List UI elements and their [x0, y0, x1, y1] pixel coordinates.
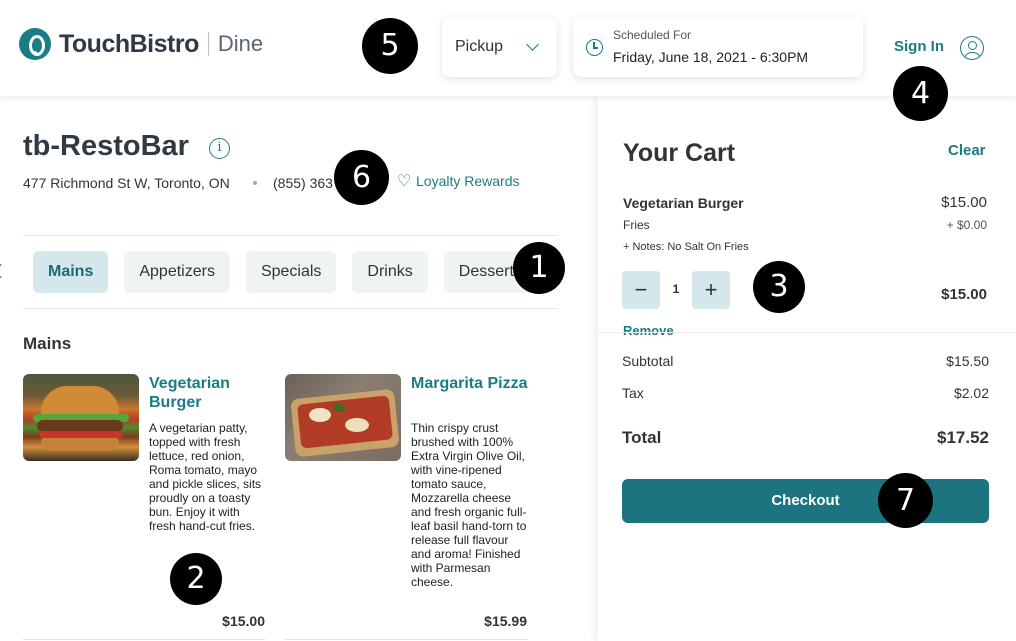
increase-quantity-button[interactable]: + [692, 271, 730, 309]
menu-item-divider [285, 639, 527, 640]
heart-icon[interactable]: ♡ [397, 174, 411, 190]
marker-1: 1 [513, 242, 565, 294]
order-type-dropdown[interactable]: Pickup [442, 17, 557, 77]
marker-3: 3 [753, 261, 805, 313]
restaurant-address: 477 Richmond St W, Toronto, ON [23, 175, 230, 191]
order-type-label: Pickup [455, 38, 504, 55]
vegetarian-burger-image[interactable] [23, 374, 139, 461]
subtotal-label: Subtotal [622, 353, 674, 369]
tab-mains[interactable]: Mains [33, 251, 109, 293]
restaurant-name: tb-RestoBar [23, 130, 189, 162]
menu-item-price: $15.99 [484, 613, 527, 629]
total-value: $17.52 [937, 428, 989, 447]
schedule-label: Scheduled For [613, 28, 692, 42]
margarita-pizza-image[interactable] [285, 374, 401, 461]
chevron-left-icon[interactable] [0, 263, 9, 279]
cart-title: Your Cart [623, 139, 736, 167]
tabs-divider-bottom [23, 308, 558, 309]
cart-item-modifier: Fries [623, 218, 650, 232]
info-icon[interactable]: i [209, 138, 230, 159]
marker-7: 7 [878, 473, 933, 528]
tabs-divider-top [23, 235, 558, 236]
decrease-quantity-button[interactable]: − [622, 271, 660, 309]
menu-item-name[interactable]: Vegetarian Burger [149, 374, 269, 412]
loyalty-rewards-link[interactable]: Loyalty Rewards [416, 173, 520, 189]
marker-2: 2 [170, 553, 222, 605]
restaurant-phone[interactable]: (855) 363 [273, 175, 333, 191]
menu-item-price: $15.00 [222, 613, 265, 629]
brand-name: TouchBistro [59, 29, 199, 58]
tab-specials[interactable]: Specials [245, 251, 337, 293]
menu-section-title: Mains [23, 334, 72, 353]
category-tabs: Mains Appetizers Specials Drinks Desserts [33, 251, 558, 293]
remove-item-button[interactable]: Remove [623, 323, 674, 338]
header: TouchBistro Dine Pickup Scheduled For Fr… [0, 0, 1016, 96]
cart-item-line-total: $15.00 [941, 286, 987, 303]
marker-4: 4 [893, 66, 948, 121]
total-label: Total [622, 428, 662, 447]
logo[interactable]: TouchBistro Dine [19, 28, 263, 60]
cart-divider [598, 332, 1016, 333]
marker-6: 6 [334, 150, 389, 205]
clear-cart-button[interactable]: Clear [948, 142, 986, 159]
cart-item-name: Vegetarian Burger [623, 195, 744, 211]
menu-item-description: A vegetarian patty, topped with fresh le… [149, 421, 262, 533]
cart-item-notes: + Notes: No Salt On Fries [623, 241, 749, 253]
marker-5: 5 [362, 18, 418, 74]
schedule-value: Friday, June 18, 2021 - 6:30PM [613, 49, 809, 65]
menu-item-divider [23, 639, 265, 640]
tax-value: $2.02 [953, 385, 989, 401]
cart-item-modifier-price: + $0.00 [946, 218, 987, 232]
cart-item-price: $15.00 [941, 194, 987, 211]
checkout-button[interactable]: Checkout [622, 479, 989, 523]
menu-item-description: Thin crispy crust brushed with 100% Extr… [411, 421, 527, 589]
brand-sub: Dine [217, 31, 264, 56]
cart-panel: Your Cart Clear Vegetarian Burger $15.00… [598, 96, 1016, 641]
clock-icon [586, 39, 603, 56]
tab-appetizers[interactable]: Appetizers [124, 251, 230, 293]
user-account-icon[interactable] [960, 36, 984, 60]
sign-in-link[interactable]: Sign In [894, 38, 944, 55]
subtotal-value: $15.50 [946, 353, 989, 369]
touchbistro-logo-icon [19, 28, 51, 60]
quantity-value: 1 [672, 282, 680, 296]
tab-drinks[interactable]: Drinks [352, 251, 428, 293]
brand-divider [207, 32, 209, 56]
tax-label: Tax [622, 385, 644, 401]
schedule-selector[interactable]: Scheduled For Friday, June 18, 2021 - 6:… [573, 17, 863, 77]
menu-item-name[interactable]: Margarita Pizza [411, 374, 531, 393]
separator-dot [253, 181, 257, 185]
chevron-down-icon [526, 38, 539, 51]
